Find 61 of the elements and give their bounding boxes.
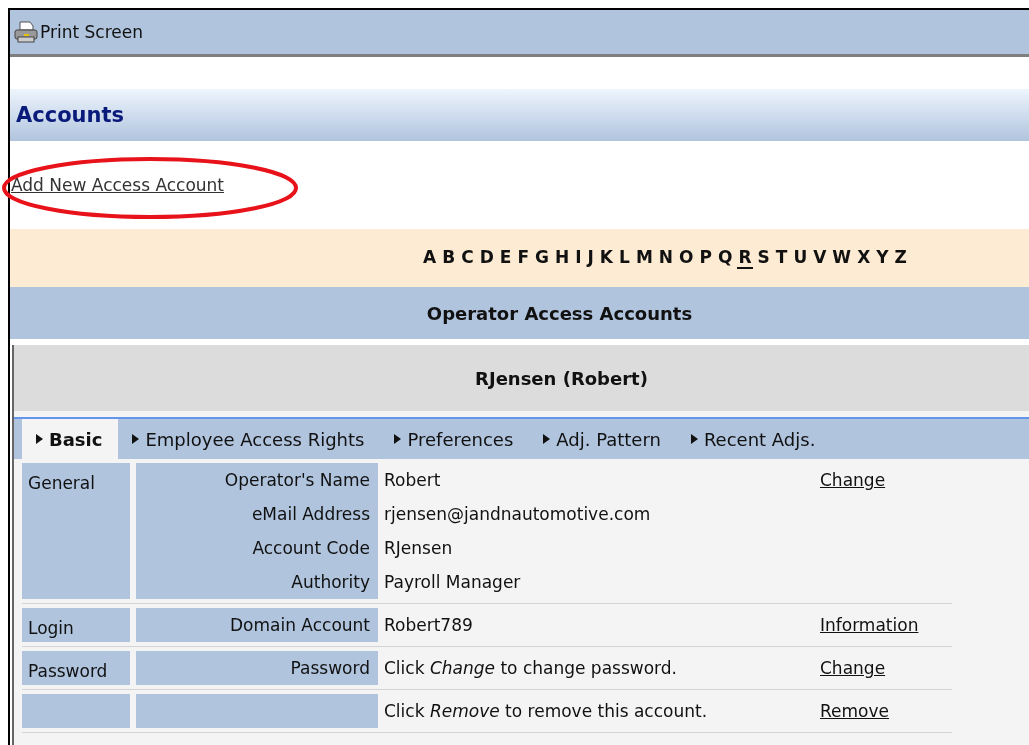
letter-link[interactable]: L xyxy=(618,247,631,269)
triangle-icon xyxy=(394,434,402,444)
field-label: Password xyxy=(136,651,378,685)
tab[interactable]: Basic xyxy=(22,419,119,459)
letter-link[interactable]: R xyxy=(737,247,753,269)
section-title: Operator Access Accounts xyxy=(426,302,693,324)
group-label: Login xyxy=(22,608,130,642)
triangle-icon xyxy=(690,434,698,444)
letter-link[interactable]: S xyxy=(756,247,771,269)
group-label: Password xyxy=(22,651,130,685)
letter-link[interactable]: D xyxy=(478,247,495,269)
field-value: rjensen@jandnautomotive.com xyxy=(383,504,652,524)
letter-link[interactable]: F xyxy=(516,247,530,269)
triangle-icon xyxy=(36,434,43,444)
field-value: Click Change to change password. xyxy=(383,658,678,678)
letter-link[interactable]: T xyxy=(774,247,789,269)
tab[interactable]: Employee Access Rights xyxy=(118,419,381,459)
tab[interactable]: Recent Adjs. xyxy=(676,419,832,459)
letter-link[interactable]: P xyxy=(698,247,713,269)
letter-link[interactable]: I xyxy=(574,247,583,269)
action-link[interactable]: Change xyxy=(820,658,886,678)
letter-link[interactable]: X xyxy=(856,247,872,269)
action-link[interactable]: Remove xyxy=(820,701,889,721)
letter-link[interactable]: Z xyxy=(893,247,908,269)
letter-link[interactable]: O xyxy=(678,247,695,269)
page-title: Accounts xyxy=(16,103,124,127)
letter-link[interactable]: U xyxy=(792,247,809,269)
letter-link[interactable]: Q xyxy=(716,247,734,269)
letter-link[interactable]: N xyxy=(657,247,675,269)
field-value: Click Remove to remove this account. xyxy=(383,701,709,721)
triangle-icon xyxy=(543,434,551,444)
letter-link[interactable]: B xyxy=(441,247,457,269)
print-button[interactable]: Print Screen xyxy=(14,21,143,43)
field-label: eMail Address xyxy=(136,497,378,531)
letter-link[interactable]: H xyxy=(553,247,571,269)
action-link[interactable]: Change xyxy=(820,470,886,490)
letter-link[interactable]: M xyxy=(634,247,654,269)
letter-link[interactable]: K xyxy=(598,247,615,269)
action-link[interactable]: Information xyxy=(820,615,919,635)
triangle-icon xyxy=(132,434,140,444)
letter-link[interactable]: C xyxy=(460,247,475,269)
letter-link[interactable]: Y xyxy=(875,247,890,269)
letter-link[interactable]: G xyxy=(534,247,550,269)
letter-link[interactable]: A xyxy=(422,247,438,269)
field-value: RJensen xyxy=(383,538,454,558)
letter-link[interactable]: V xyxy=(812,247,828,269)
tab[interactable]: Adj. Pattern xyxy=(529,419,677,459)
letter-link[interactable]: E xyxy=(498,247,513,269)
field-value: Robert xyxy=(383,470,442,490)
field-value: Robert789 xyxy=(383,615,474,635)
group-label: General xyxy=(22,463,130,599)
account-title: RJensen (Robert) xyxy=(475,367,648,389)
tab[interactable]: Preferences xyxy=(380,419,530,459)
letter-link[interactable]: J xyxy=(586,247,595,269)
printer-icon xyxy=(14,21,38,43)
field-label: Domain Account xyxy=(136,608,378,642)
field-label: Account Code xyxy=(136,531,378,565)
field-value: Payroll Manager xyxy=(383,572,522,592)
field-label: Authority xyxy=(136,565,378,599)
field-label: Operator's Name xyxy=(136,463,378,497)
letter-link[interactable]: W xyxy=(831,247,853,269)
